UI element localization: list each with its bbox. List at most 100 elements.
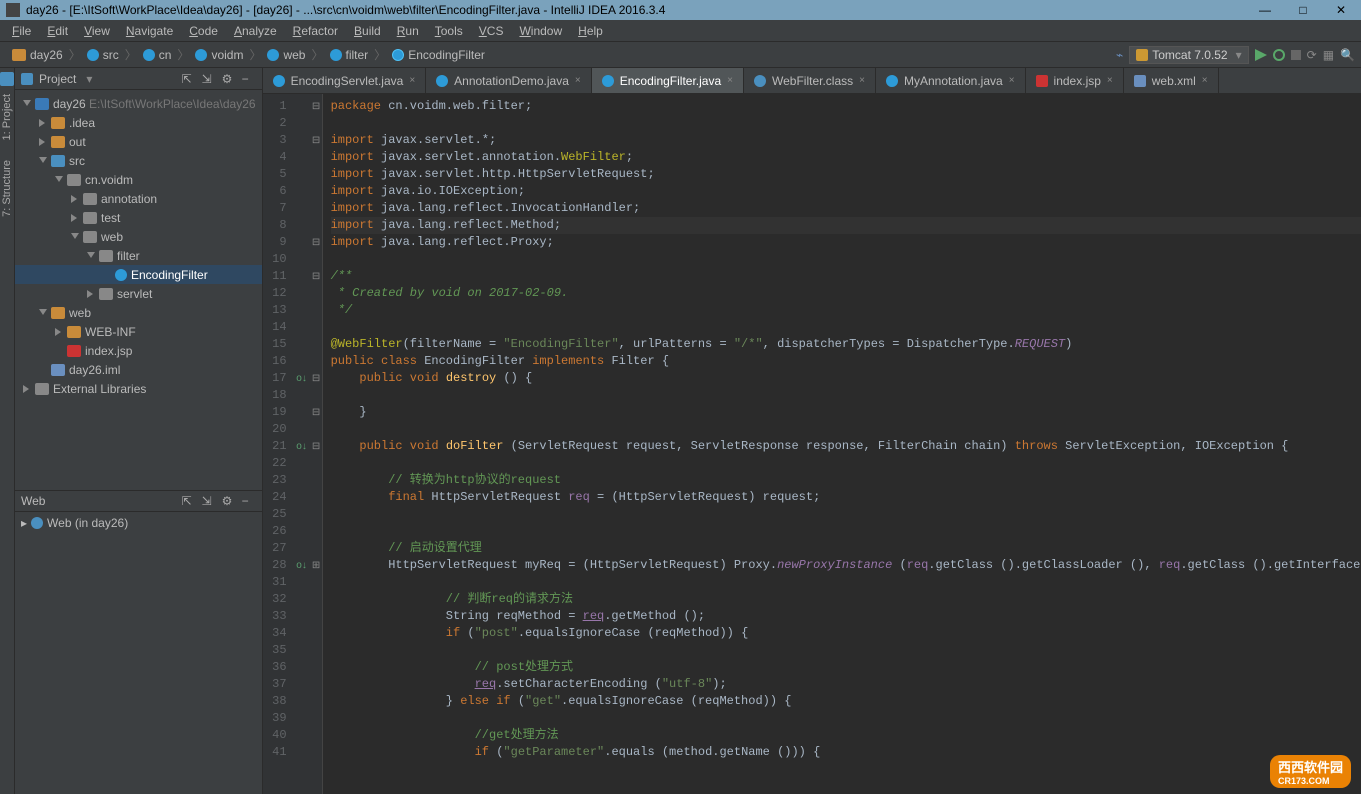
breadcrumb-cn[interactable]: cn: [137, 46, 178, 64]
menu-refactor[interactable]: Refactor: [287, 22, 344, 40]
gutter-spacer[interactable]: [293, 387, 311, 404]
code-line[interactable]: [331, 574, 1361, 591]
chevron-right-icon[interactable]: [69, 193, 81, 205]
gutter-spacer[interactable]: [293, 608, 311, 625]
chevron-right-icon[interactable]: [69, 212, 81, 224]
fold-toggle-icon[interactable]: ⊟: [311, 98, 322, 115]
collapse-all-icon[interactable]: ⇲: [202, 72, 216, 86]
web-item-label[interactable]: Web (in day26): [47, 516, 128, 530]
line-number[interactable]: 7: [267, 200, 287, 217]
line-number[interactable]: 32: [267, 591, 287, 608]
line-number[interactable]: 21: [267, 438, 287, 455]
fold-toggle-icon[interactable]: ⊟: [311, 268, 322, 285]
override-gutter-icon[interactable]: o↓: [293, 370, 311, 387]
line-number[interactable]: 19: [267, 404, 287, 421]
line-number-gutter[interactable]: 1234567891011121314151617181920212223242…: [263, 94, 293, 794]
code-line[interactable]: // post处理方式: [331, 659, 1361, 676]
stop-button[interactable]: [1291, 50, 1301, 60]
code-line[interactable]: [331, 319, 1361, 336]
chevron-down-icon[interactable]: ▾: [86, 72, 92, 86]
menu-build[interactable]: Build: [348, 22, 387, 40]
update-button[interactable]: ⟳: [1307, 48, 1317, 62]
code-line[interactable]: HttpServletRequest myReq = (HttpServletR…: [331, 557, 1361, 574]
chevron-right-icon[interactable]: [21, 383, 33, 395]
scroll-to-source-icon[interactable]: ⇱: [182, 72, 196, 86]
gutter-spacer[interactable]: [293, 421, 311, 438]
code-line[interactable]: if ("getParameter".equals (method.getNam…: [331, 744, 1361, 761]
line-number[interactable]: 38: [267, 693, 287, 710]
line-number[interactable]: 27: [267, 540, 287, 557]
line-number[interactable]: 10: [267, 251, 287, 268]
editor-tab-MyAnnotation-java[interactable]: MyAnnotation.java×: [876, 68, 1026, 93]
gutter-spacer[interactable]: [293, 540, 311, 557]
gutter-spacer[interactable]: [293, 574, 311, 591]
menu-tools[interactable]: Tools: [429, 22, 469, 40]
close-icon[interactable]: ×: [1009, 75, 1015, 86]
line-number[interactable]: 11: [267, 268, 287, 285]
code-line[interactable]: [331, 115, 1361, 132]
line-number[interactable]: 6: [267, 183, 287, 200]
tree-node-src[interactable]: src: [15, 151, 262, 170]
close-icon[interactable]: ×: [1107, 75, 1113, 86]
code-line[interactable]: //get处理方法: [331, 727, 1361, 744]
chevron-right-icon[interactable]: ▸: [21, 516, 27, 530]
gutter-spacer[interactable]: [293, 149, 311, 166]
code-line[interactable]: import java.io.IOException;: [331, 183, 1361, 200]
project-structure-button[interactable]: ▦: [1323, 48, 1334, 62]
line-number[interactable]: 17: [267, 370, 287, 387]
editor-tab-EncodingFilter-java[interactable]: EncodingFilter.java×: [592, 68, 744, 93]
gutter-spacer[interactable]: [293, 591, 311, 608]
line-number[interactable]: 16: [267, 353, 287, 370]
line-number[interactable]: 3: [267, 132, 287, 149]
search-icon[interactable]: 🔍: [1340, 48, 1355, 62]
menu-view[interactable]: View: [78, 22, 116, 40]
fold-toggle-icon[interactable]: ⊟: [311, 438, 322, 455]
menu-file[interactable]: File: [6, 22, 37, 40]
fold-toggle-icon[interactable]: ⊟: [311, 234, 322, 251]
line-number[interactable]: 2: [267, 115, 287, 132]
breadcrumb-EncodingFilter[interactable]: EncodingFilter: [386, 46, 491, 64]
editor-tab-WebFilter-class[interactable]: WebFilter.class×: [744, 68, 876, 93]
tree-node-External-Libraries[interactable]: External Libraries: [15, 379, 262, 398]
rail-label-structure[interactable]: 7: Structure: [1, 160, 13, 217]
editor-tab-index-jsp[interactable]: index.jsp×: [1026, 68, 1124, 93]
line-number[interactable]: 26: [267, 523, 287, 540]
gutter-spacer[interactable]: [293, 234, 311, 251]
tree-node-filter[interactable]: filter: [15, 246, 262, 265]
chevron-down-icon[interactable]: [37, 155, 49, 167]
breadcrumb-src[interactable]: src: [81, 46, 125, 64]
gutter-spacer[interactable]: [293, 353, 311, 370]
chevron-right-icon[interactable]: [53, 326, 65, 338]
tree-node-index-jsp[interactable]: index.jsp: [15, 341, 262, 360]
line-number[interactable]: 13: [267, 302, 287, 319]
tree-node-day26-iml[interactable]: day26.iml: [15, 360, 262, 379]
editor-tab-web-xml[interactable]: web.xml×: [1124, 68, 1219, 93]
code-line[interactable]: String reqMethod = req.getMethod ();: [331, 608, 1361, 625]
gutter-spacer[interactable]: [293, 302, 311, 319]
tree-node-out[interactable]: out: [15, 132, 262, 151]
rail-label-project[interactable]: 1: Project: [1, 94, 13, 140]
code-line[interactable]: */: [331, 302, 1361, 319]
code-line[interactable]: import java.lang.reflect.Proxy;: [331, 234, 1361, 251]
tree-node-web[interactable]: web: [15, 303, 262, 322]
code-line[interactable]: import java.lang.reflect.InvocationHandl…: [331, 200, 1361, 217]
fold-toggle-icon[interactable]: ⊟: [311, 404, 322, 421]
fold-toggle-icon[interactable]: ⊞: [311, 557, 322, 574]
gear-icon[interactable]: ⚙: [222, 72, 236, 86]
chevron-down-icon[interactable]: [21, 98, 33, 110]
breadcrumb-filter[interactable]: filter: [324, 46, 375, 64]
gutter-spacer[interactable]: [293, 319, 311, 336]
menu-edit[interactable]: Edit: [41, 22, 74, 40]
line-number[interactable]: 1: [267, 98, 287, 115]
chevron-right-icon[interactable]: [37, 117, 49, 129]
code-line[interactable]: /**: [331, 268, 1361, 285]
chevron-right-icon[interactable]: [37, 136, 49, 148]
code-line[interactable]: public void doFilter (ServletRequest req…: [331, 438, 1361, 455]
close-icon[interactable]: ×: [575, 75, 581, 86]
chevron-down-icon[interactable]: [37, 307, 49, 319]
code-line[interactable]: } else if ("get".equalsIgnoreCase (reqMe…: [331, 693, 1361, 710]
gutter-spacer[interactable]: [293, 744, 311, 761]
code-line[interactable]: [331, 710, 1361, 727]
tree-node-web[interactable]: web: [15, 227, 262, 246]
gutter-spacer[interactable]: [293, 710, 311, 727]
